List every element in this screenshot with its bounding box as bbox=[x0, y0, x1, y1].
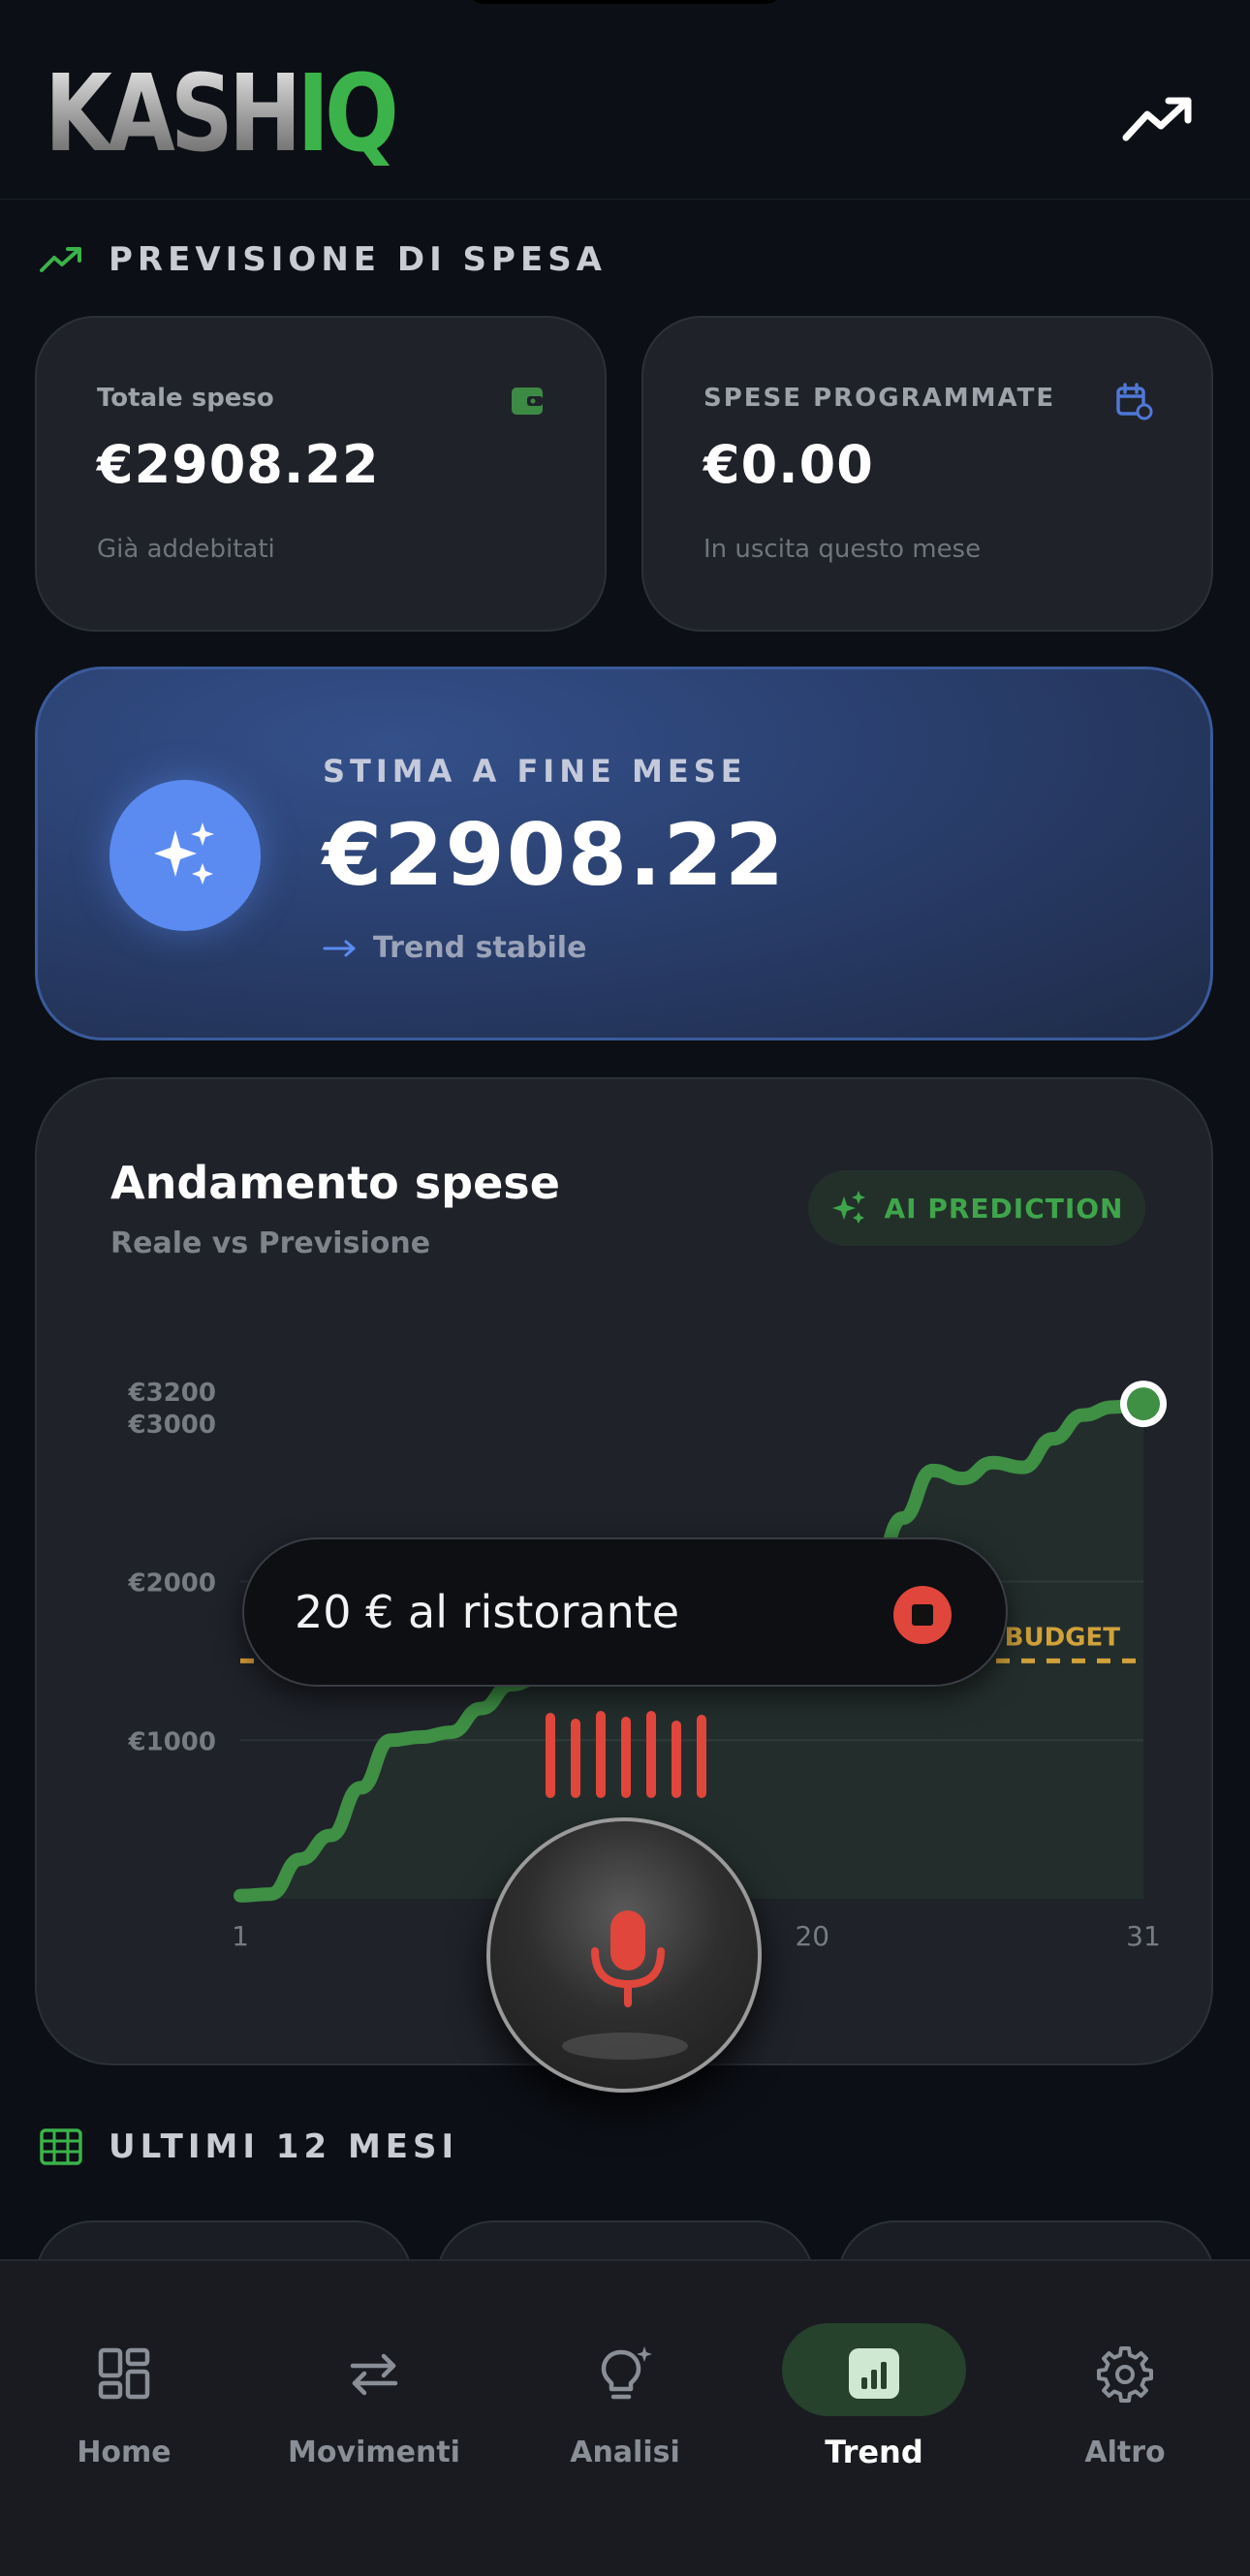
y-tick-label: €2000 bbox=[128, 1569, 216, 1598]
scheduled-expenses-card[interactable]: SPESE PROGRAMMATE €0.00 In uscita questo… bbox=[641, 316, 1213, 632]
bottom-navigation: Home Movimenti Analisi Trend Altro bbox=[0, 2259, 1250, 2576]
nav-item-analisi[interactable]: Analisi bbox=[518, 2343, 732, 2469]
wallet-icon bbox=[512, 388, 543, 415]
stop-icon bbox=[912, 1604, 933, 1626]
microphone-button[interactable] bbox=[486, 1817, 762, 2093]
voice-transcript-text: 20 € al ristorante bbox=[295, 1586, 680, 1638]
month-end-estimate-card[interactable]: STIMA A FINE MESE €2908.22 Trend stabile bbox=[35, 667, 1213, 1040]
nav-label: Analisi bbox=[570, 2436, 680, 2469]
grid-table-icon bbox=[40, 2128, 82, 2165]
total-spent-label: Totale speso bbox=[97, 384, 274, 413]
nav-item-home[interactable]: Home bbox=[17, 2343, 231, 2469]
audio-level-bars bbox=[543, 1709, 707, 1798]
dashboard-icon bbox=[98, 2347, 150, 2400]
history-section-title: ULTIMI 12 MESI bbox=[39, 2127, 458, 2166]
trend-indicator: Trend stabile bbox=[323, 931, 586, 965]
app-header: KASHIQ bbox=[0, 0, 1250, 200]
scheduled-sub: In uscita questo mese bbox=[703, 535, 982, 564]
trending-up-icon bbox=[40, 247, 81, 272]
audio-bar bbox=[546, 1713, 555, 1798]
trend-text: Trend stabile bbox=[373, 931, 587, 965]
audio-bar bbox=[697, 1715, 706, 1798]
nav-label: Trend bbox=[825, 2434, 923, 2470]
nav-item-movimenti[interactable]: Movimenti bbox=[267, 2343, 481, 2469]
gear-icon bbox=[1097, 2346, 1153, 2403]
estimate-value: €2908.22 bbox=[323, 805, 787, 905]
audio-bar bbox=[571, 1719, 580, 1798]
y-tick-label: €1000 bbox=[128, 1727, 216, 1756]
nav-item-altro[interactable]: Altro bbox=[1018, 2343, 1232, 2469]
arrow-right-icon bbox=[323, 940, 356, 956]
x-tick-label: 1 bbox=[232, 1920, 249, 1952]
y-tick-label: €3000 bbox=[128, 1411, 216, 1440]
microphone-icon bbox=[591, 1910, 665, 2007]
trending-up-icon[interactable] bbox=[1122, 93, 1194, 143]
swap-arrows-icon bbox=[350, 2353, 398, 2396]
calendar-sync-icon bbox=[1116, 383, 1153, 420]
x-tick-label: 31 bbox=[1126, 1920, 1161, 1952]
section-title-text: ULTIMI 12 MESI bbox=[109, 2127, 459, 2166]
nav-label: Movimenti bbox=[288, 2436, 460, 2469]
section-title-text: PREVISIONE DI SPESA bbox=[109, 240, 607, 279]
sparkles-icon bbox=[154, 822, 214, 885]
y-tick-label: €3200 bbox=[128, 1379, 216, 1408]
audio-bar bbox=[672, 1721, 681, 1798]
mic-reflection bbox=[562, 2033, 688, 2060]
nav-label: Home bbox=[77, 2436, 172, 2469]
end-point bbox=[1127, 1387, 1160, 1421]
total-spent-card[interactable]: Totale speso €2908.22 Già addebitati bbox=[35, 316, 607, 632]
lightbulb-sparkle-icon bbox=[601, 2346, 652, 2400]
app-logo: KASHIQ bbox=[45, 51, 399, 175]
audio-bar bbox=[646, 1711, 656, 1798]
forecast-section-title: PREVISIONE DI SPESA bbox=[39, 240, 607, 279]
ai-sparkle-badge bbox=[109, 780, 261, 931]
stop-recording-button[interactable] bbox=[893, 1586, 952, 1644]
scheduled-value: €0.00 bbox=[703, 434, 874, 495]
audio-bar bbox=[621, 1717, 631, 1798]
nav-item-trend[interactable]: Trend bbox=[767, 2343, 981, 2470]
estimate-label: STIMA A FINE MESE bbox=[323, 753, 747, 790]
scheduled-label: SPESE PROGRAMMATE bbox=[703, 384, 1056, 413]
total-spent-value: €2908.22 bbox=[97, 434, 380, 495]
nav-label: Altro bbox=[1084, 2436, 1166, 2469]
audio-bar bbox=[596, 1711, 606, 1798]
bar-chart-icon bbox=[849, 2348, 899, 2399]
voice-transcript-pill[interactable]: 20 € al ristorante bbox=[242, 1537, 1008, 1687]
x-tick-label: 20 bbox=[795, 1920, 829, 1952]
total-spent-sub: Già addebitati bbox=[97, 535, 275, 564]
